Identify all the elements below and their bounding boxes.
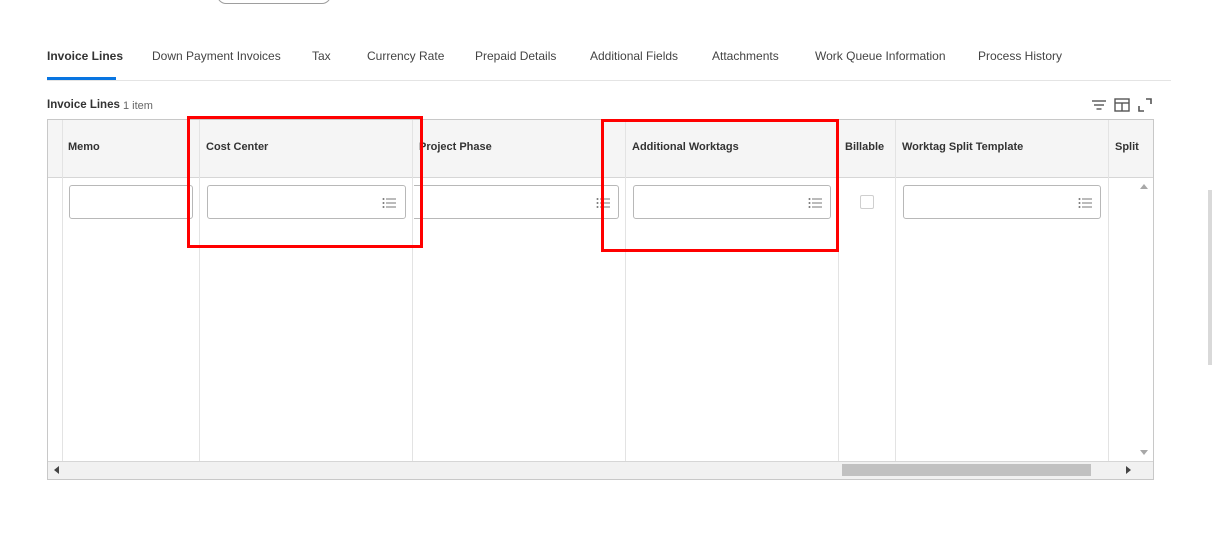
section-title: Invoice Lines [47,99,120,111]
prompt-list-icon[interactable] [808,196,822,208]
horizontal-scrollbar[interactable] [48,461,1153,479]
horizontal-scroll-thumb[interactable] [842,464,1091,476]
tab-additional-fields[interactable]: Additional Fields [590,49,678,63]
tab-bar: Invoice Lines Down Payment Invoices Tax … [47,40,1171,81]
column-divider [895,120,896,461]
column-divider [199,120,200,461]
column-header-split[interactable]: Split [1115,120,1153,177]
column-header-cost-center[interactable]: Cost Center [206,120,406,177]
column-divider [62,120,63,461]
tab-tax[interactable]: Tax [312,49,331,63]
tab-work-queue-information[interactable]: Work Queue Information [815,49,946,63]
filter-icon[interactable] [1090,97,1108,113]
column-divider [838,120,839,461]
scroll-up-arrow-icon[interactable] [1140,184,1148,189]
memo-input[interactable] [69,185,193,219]
tab-attachments[interactable]: Attachments [712,49,779,63]
expand-icon[interactable] [1136,97,1154,113]
item-count: 1 item [123,100,153,112]
scroll-right-arrow-icon[interactable] [1126,466,1131,474]
prompt-list-icon[interactable] [382,196,396,208]
top-pill-button[interactable] [217,0,331,4]
tab-down-payment-invoices[interactable]: Down Payment Invoices [152,49,281,63]
vertical-scrollbar[interactable] [1136,178,1152,461]
billable-checkbox[interactable] [860,195,874,209]
column-header-billable[interactable]: Billable [845,120,895,177]
prompt-list-icon[interactable] [1078,196,1092,208]
page-scrollbar[interactable] [1208,190,1212,365]
worktag-split-template-input[interactable] [903,185,1101,219]
tab-currency-rate[interactable]: Currency Rate [367,49,444,63]
scroll-left-arrow-icon[interactable] [54,466,59,474]
additional-worktags-input[interactable] [633,185,831,219]
project-phase-input[interactable] [414,185,619,219]
tab-prepaid-details[interactable]: Prepaid Details [475,49,556,63]
column-header-worktag-split-template[interactable]: Worktag Split Template [902,120,1102,177]
cost-center-input[interactable] [207,185,406,219]
tab-invoice-lines[interactable]: Invoice Lines [47,49,123,63]
active-tab-indicator [47,77,116,80]
column-settings-icon[interactable] [1113,97,1131,113]
column-divider [412,120,413,461]
column-header-memo[interactable]: Memo [68,120,188,177]
column-divider [625,120,626,461]
prompt-list-icon[interactable] [596,196,610,208]
column-header-additional-worktags[interactable]: Additional Worktags [632,120,832,177]
tab-process-history[interactable]: Process History [978,49,1062,63]
column-header-project-phase[interactable]: Project Phase [419,120,619,177]
scroll-down-arrow-icon[interactable] [1140,450,1148,455]
grid-header: Memo Cost Center Project Phase Additiona… [48,120,1153,178]
column-divider [1108,120,1109,461]
invoice-lines-grid: Memo Cost Center Project Phase Additiona… [47,119,1154,480]
